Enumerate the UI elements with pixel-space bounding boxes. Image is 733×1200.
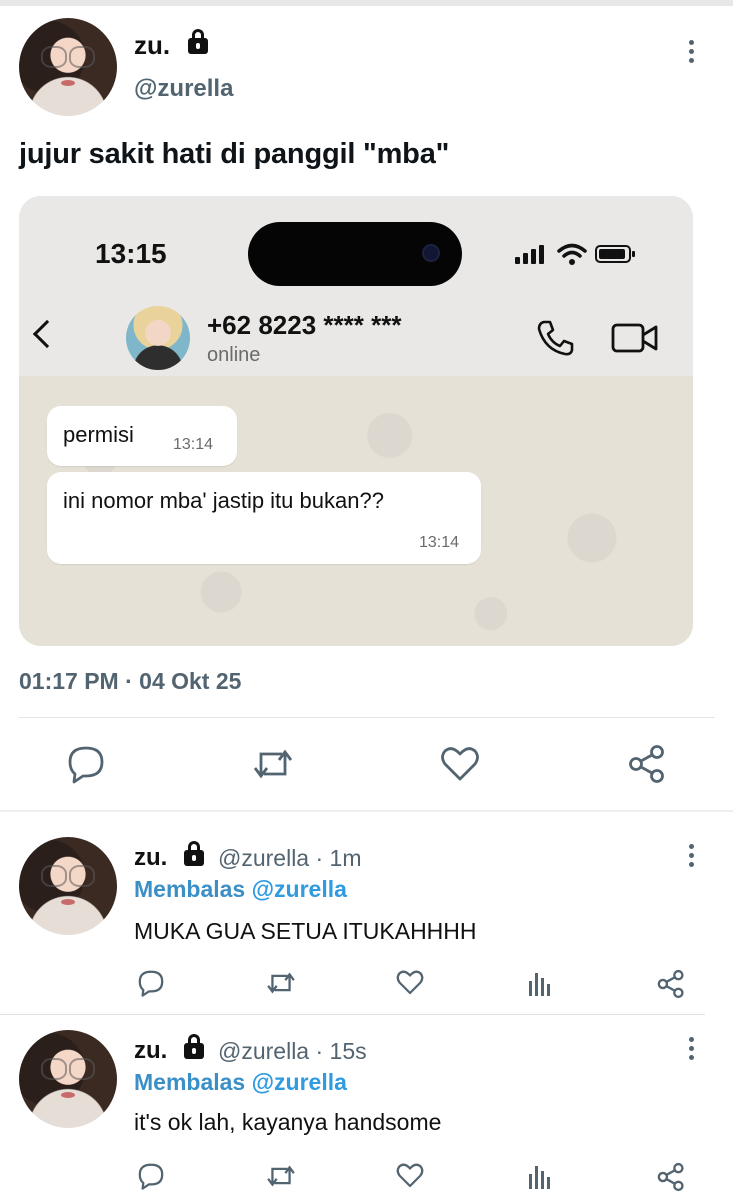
like-icon[interactable]: [396, 969, 424, 996]
video-call-icon[interactable]: [611, 322, 659, 354]
author-handle[interactable]: @zurella: [134, 75, 233, 103]
divider: [0, 810, 733, 812]
replying-to: Membalas @zurella: [134, 876, 347, 903]
contact-status: online: [207, 344, 261, 366]
share-icon[interactable]: [657, 1162, 685, 1192]
replying-to: Membalas @zurella: [134, 1069, 347, 1096]
chat-message: permisi: [63, 422, 134, 447]
chat-time: 13:14: [173, 436, 214, 453]
reply-author-name[interactable]: zu.: [134, 1037, 167, 1065]
reply-icon[interactable]: [137, 969, 165, 997]
signal-icon: [515, 257, 520, 264]
tweet-timestamp: 01:17 PM · 04 Okt 25: [19, 668, 242, 694]
tweet-media-image[interactable]: 13:15 +62 8223 **** *** online permisi 1…: [19, 196, 693, 646]
share-icon[interactable]: [657, 969, 685, 999]
chat-message: ini nomor mba' jastip itu bukan??: [63, 488, 384, 513]
retweet-icon[interactable]: [266, 970, 296, 996]
lock-icon: [188, 29, 208, 54]
chat-bubble: ini nomor mba' jastip itu bukan?? 13:14: [47, 472, 481, 564]
replying-to-prefix: Membalas: [134, 1069, 246, 1095]
contact-name[interactable]: +62 8223 **** ***: [207, 310, 401, 341]
reply-icon[interactable]: [66, 744, 106, 784]
avatar[interactable]: [19, 1030, 117, 1128]
retweet-icon[interactable]: [266, 1163, 296, 1189]
replying-to-prefix: Membalas: [134, 876, 246, 902]
tweet-text: jujur sakit hati di panggil "mba": [19, 138, 450, 170]
phone-clock: 13:15: [95, 238, 167, 269]
chat-area: permisi 13:14 ini nomor mba' jastip itu …: [19, 376, 693, 646]
reply-meta: @zurella · 15s: [218, 1038, 367, 1064]
phone-call-icon[interactable]: [535, 318, 575, 358]
analytics-icon[interactable]: [528, 969, 552, 997]
back-arrow-icon[interactable]: [32, 319, 62, 349]
more-options-icon[interactable]: [689, 1037, 695, 1064]
reply-author-name[interactable]: zu.: [134, 844, 167, 872]
reply-text: MUKA GUA SETUA ITUKAHHHH: [134, 918, 477, 944]
contact-avatar[interactable]: [126, 306, 190, 370]
author-name[interactable]: zu.: [134, 30, 170, 61]
avatar[interactable]: [19, 18, 117, 116]
analytics-icon[interactable]: [528, 1162, 552, 1190]
retweet-icon[interactable]: [252, 746, 294, 782]
lock-icon: [184, 1034, 204, 1059]
more-options-icon[interactable]: [689, 844, 695, 871]
like-icon[interactable]: [396, 1162, 424, 1189]
divider: [0, 1014, 705, 1015]
battery-icon: [595, 245, 635, 263]
dynamic-island: [248, 222, 462, 286]
lock-icon: [184, 841, 204, 866]
replying-to-mention[interactable]: @zurella: [252, 876, 347, 902]
reply-text: it's ok lah, kayanya handsome: [134, 1109, 442, 1135]
chat-time: 13:14: [419, 534, 460, 551]
phone-header: 13:15 +62 8223 **** *** online: [19, 196, 693, 376]
top-edge: [0, 0, 733, 6]
divider: [19, 717, 715, 718]
wifi-icon: [557, 243, 587, 265]
reply-icon[interactable]: [137, 1162, 165, 1190]
avatar[interactable]: [19, 837, 117, 935]
more-options-icon[interactable]: [689, 40, 695, 67]
reply-meta: @zurella · 1m: [218, 845, 362, 871]
status-bar-icons: [513, 242, 643, 266]
replying-to-mention[interactable]: @zurella: [252, 1069, 347, 1095]
chat-bubble: permisi 13:14: [47, 406, 237, 466]
share-icon[interactable]: [628, 744, 666, 784]
like-icon[interactable]: [440, 745, 480, 783]
